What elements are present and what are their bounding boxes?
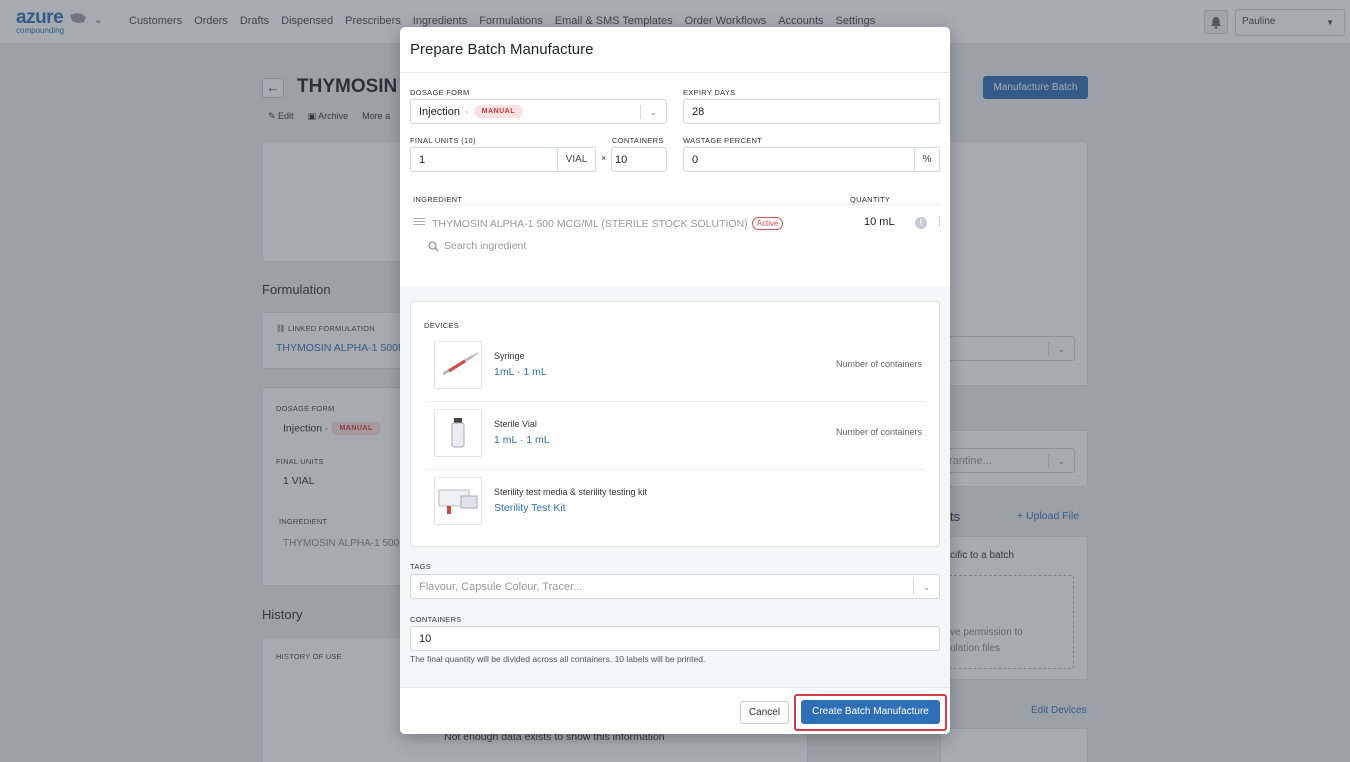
syringe-image	[434, 341, 482, 389]
search-ingredient-input[interactable]: Search ingredient	[428, 240, 526, 252]
final-units-unit[interactable]: VIAL	[557, 148, 595, 171]
tags-placeholder: Flavour, Capsule Colour, Tracer...	[419, 580, 583, 593]
wastage-percent-label: WASTAGE PERCENT	[683, 136, 763, 145]
search-icon	[428, 240, 439, 251]
chevron-down-icon: ⌄	[640, 105, 666, 119]
containers-hint: The final quantity will be divided acros…	[410, 654, 706, 664]
dosage-form-value: Injection	[419, 105, 460, 118]
device-size: 1mL · 1 mL	[494, 366, 547, 378]
device-name: Syringe	[494, 351, 525, 361]
device-size: 1 mL · 1 mL	[494, 434, 550, 446]
times-symbol: ×	[601, 153, 607, 163]
dosage-form-select[interactable]: Injection · MANUAL ⌄	[410, 99, 667, 124]
cancel-button[interactable]: Cancel	[740, 701, 789, 724]
containers-label: CONTAINERS	[612, 136, 664, 145]
devices-label: DEVICES	[424, 321, 460, 330]
wastage-percent-input[interactable]: 0 %	[683, 147, 940, 172]
ingredient-status-badge: Active	[751, 217, 784, 230]
devices-card: DEVICES Syringe 1mL · 1 mL Number of con…	[410, 301, 940, 547]
create-batch-manufacture-button[interactable]: Create Batch Manufacture	[801, 700, 940, 724]
ingredient-name: THYMOSIN ALPHA-1 500 MCG/ML (STERILE STO…	[432, 217, 784, 230]
kebab-menu-icon[interactable]: ⋮	[934, 216, 945, 227]
info-icon[interactable]: i	[915, 217, 927, 229]
ingredient-row: THYMOSIN ALPHA-1 500 MCG/ML (STERILE STO…	[410, 204, 945, 238]
modal-footer: Cancel Create Batch Manufacture	[400, 687, 950, 734]
dosage-form-label: DOSAGE FORM	[410, 88, 470, 97]
device-quantity-rule: Number of containers	[835, 359, 922, 369]
tags-select[interactable]: Flavour, Capsule Colour, Tracer... ⌄	[410, 574, 940, 599]
expiry-days-label: EXPIRY DAYS	[683, 88, 736, 97]
chevron-down-icon: ⌄	[913, 580, 939, 594]
device-name: Sterility test media & sterility testing…	[494, 487, 648, 497]
manual-badge: MANUAL	[473, 105, 523, 118]
prepare-batch-modal: Prepare Batch Manufacture DOSAGE FORM In…	[400, 27, 950, 734]
tags-label: TAGS	[410, 562, 432, 571]
sterility-kit-image	[434, 477, 482, 525]
separator-dot: ·	[464, 105, 469, 118]
containers-input-2[interactable]: 10	[410, 626, 940, 651]
containers-label-2: CONTAINERS	[410, 615, 462, 624]
modal-title: Prepare Batch Manufacture	[410, 41, 594, 58]
final-units-value: 1	[419, 153, 426, 166]
drag-handle-icon[interactable]	[413, 218, 425, 227]
wastage-unit: %	[914, 148, 939, 171]
device-item-sterile-vial[interactable]: Sterile Vial 1 mL · 1 mL Number of conta…	[425, 402, 925, 470]
quantity-header: QUANTITY	[850, 195, 891, 204]
header-divider	[400, 72, 950, 73]
final-units-label: FINAL UNITS (10)	[410, 136, 476, 145]
device-item-syringe[interactable]: Syringe 1mL · 1 mL Number of containers	[425, 334, 925, 402]
search-ingredient-placeholder: Search ingredient	[444, 240, 527, 252]
device-name: Sterile Vial	[494, 419, 537, 429]
ingredient-name-text: THYMOSIN ALPHA-1 500 MCG/ML (STERILE STO…	[432, 218, 748, 230]
device-item-sterility-kit[interactable]: Sterility test media & sterility testing…	[425, 470, 925, 538]
wastage-value: 0	[692, 153, 699, 166]
final-units-input[interactable]: 1 VIAL	[410, 147, 596, 172]
containers-input[interactable]: 10	[611, 147, 667, 172]
expiry-days-input[interactable]: 28	[683, 99, 940, 124]
vial-image	[434, 409, 482, 457]
device-size: Sterility Test Kit	[494, 502, 566, 514]
device-quantity-rule: Number of containers	[835, 427, 922, 437]
ingredient-header: INGREDIENT	[413, 195, 463, 204]
ingredient-quantity: 10 mL	[864, 216, 895, 228]
